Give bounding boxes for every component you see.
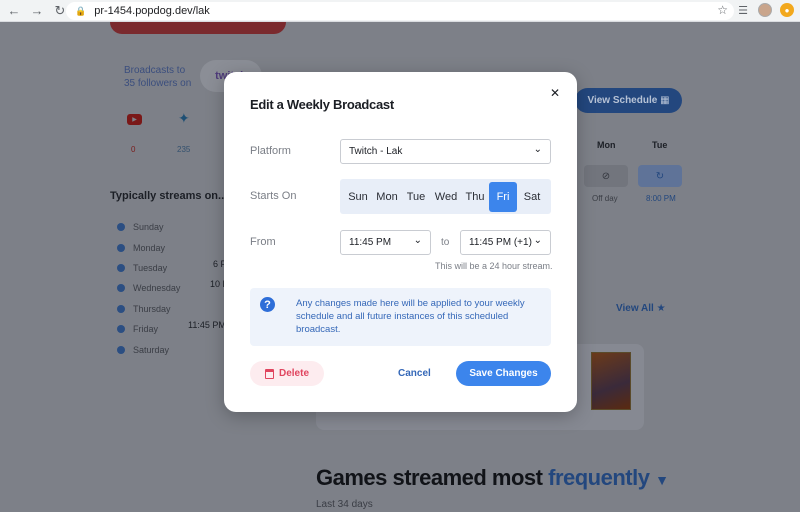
twitter-count: 235 — [177, 145, 191, 154]
plus-icon — [117, 284, 125, 293]
media-queue-icon[interactable]: ☰ — [736, 3, 750, 17]
streaming-days-list: Sunday Monday Tuesday Wednesday Thursday… — [117, 217, 180, 360]
info-text: Any changes made here will be applied to… — [296, 298, 525, 335]
off-day-icon: ⊘ — [584, 165, 628, 187]
list-item: Saturday — [117, 339, 180, 359]
to-label: to — [441, 237, 450, 248]
lock-icon: 🔒 — [75, 5, 87, 16]
question-icon: ? — [260, 297, 275, 312]
list-item: Tuesday — [117, 258, 180, 278]
to-time-select[interactable]: 11:45 PM (+1) ⌄ — [460, 230, 551, 255]
day-button-wed[interactable]: Wed — [431, 182, 461, 212]
schedule-header-tue: Tue — [652, 140, 668, 150]
browser-toolbar: ← → ↻ 🔒 pr-1454.popdog.dev/lak ☆ ☰ ● — [0, 0, 800, 22]
platform-select[interactable]: Twitch - Lak ⌄ — [340, 139, 551, 164]
games-section-title: Games streamed most frequently ▼ — [316, 465, 669, 490]
plus-icon — [117, 325, 125, 334]
caret-down-icon: ▼ — [655, 472, 669, 488]
edit-broadcast-modal: Edit a Weekly Broadcast ✕ Platform Twitc… — [224, 72, 577, 412]
youtube-icon[interactable]: ▶ — [127, 114, 142, 125]
repeat-icon[interactable]: ↻ — [638, 165, 682, 187]
frequency-dropdown[interactable]: frequently ▼ — [548, 465, 669, 490]
day-button-thu[interactable]: Thu — [461, 182, 489, 212]
plus-icon — [117, 263, 125, 272]
platform-label: Platform — [250, 145, 291, 157]
game-cover-image[interactable] — [591, 352, 631, 410]
plus-icon — [117, 243, 125, 252]
from-label: From — [250, 236, 276, 248]
back-icon[interactable]: ← — [5, 2, 23, 20]
mon-schedule-label: Off day — [592, 194, 618, 203]
list-item: Monday — [117, 237, 180, 257]
day-button-mon[interactable]: Mon — [373, 182, 401, 212]
list-item: Sunday — [117, 217, 180, 237]
time-range-label: Last 34 days — [316, 499, 373, 510]
list-item: Wednesday — [117, 278, 180, 298]
plus-icon — [117, 345, 125, 354]
url-text: pr-1454.popdog.dev/lak — [94, 5, 210, 17]
broadcasts-info: Broadcasts to 35 followers on — [124, 65, 192, 89]
day-button-sun[interactable]: Sun — [343, 182, 373, 212]
tue-schedule-label: 8:00 PM — [646, 194, 676, 203]
day-button-tue[interactable]: Tue — [401, 182, 431, 212]
modal-title: Edit a Weekly Broadcast — [250, 97, 394, 112]
duration-hint: This will be a 24 hour stream. — [435, 261, 553, 271]
from-time-select[interactable]: 11:45 PM ⌄ — [340, 230, 431, 255]
delete-button[interactable]: Delete — [250, 361, 324, 386]
typically-streams-heading: Typically streams on... — [110, 190, 228, 202]
calendar-icon: ▦ — [660, 95, 670, 106]
friday-time: 11:45 PM — [188, 320, 226, 330]
twitter-icon[interactable]: ✦ — [178, 110, 190, 127]
bookmark-star-icon[interactable]: ☆ — [717, 3, 728, 17]
youtube-count: 0 — [131, 145, 136, 154]
list-item: Friday — [117, 319, 180, 339]
forward-icon[interactable]: → — [28, 2, 46, 20]
chevron-down-icon: ⌄ — [533, 235, 542, 246]
chevron-down-icon: ⌄ — [533, 144, 542, 155]
cancel-button[interactable]: Cancel — [398, 368, 431, 379]
schedule-header-mon: Mon — [597, 140, 616, 150]
info-notice: ? Any changes made here will be applied … — [250, 288, 551, 346]
trash-icon — [264, 368, 274, 379]
day-selector: Sun Mon Tue Wed Thu Fri Sat — [340, 179, 551, 214]
save-changes-button[interactable]: Save Changes — [456, 361, 551, 386]
close-icon[interactable]: ✕ — [550, 86, 560, 100]
list-item: Thursday — [117, 299, 180, 319]
day-button-fri[interactable]: Fri — [489, 181, 517, 212]
pointer-cursor-icon: ☝ — [344, 162, 352, 176]
plus-icon — [117, 304, 125, 313]
address-bar[interactable]: 🔒 pr-1454.popdog.dev/lak ☆ — [66, 2, 734, 20]
view-schedule-button[interactable]: View Schedule ▦ — [575, 88, 682, 113]
view-all-link[interactable]: View All ★ — [616, 303, 666, 314]
extension-icon[interactable]: ● — [780, 3, 794, 17]
day-button-sat[interactable]: Sat — [517, 182, 547, 212]
profile-avatar[interactable] — [758, 3, 772, 17]
star-icon: ★ — [656, 303, 666, 314]
chevron-down-icon: ⌄ — [413, 235, 422, 246]
plus-icon — [117, 223, 125, 232]
starts-on-label: Starts On — [250, 190, 297, 202]
